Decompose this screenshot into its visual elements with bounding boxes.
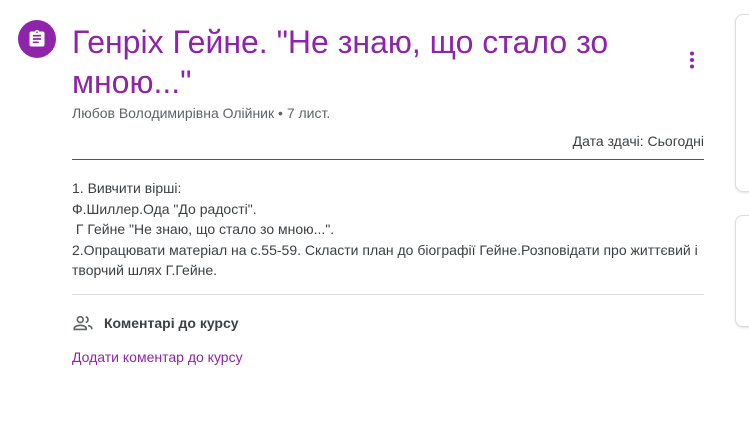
due-label: Дата здачі: bbox=[572, 133, 644, 149]
assignment-instructions: 1. Вивчити вірші: Ф.Шиллер.Ода "До радос… bbox=[72, 178, 704, 281]
people-icon bbox=[73, 315, 93, 331]
author-name: Любов Володимирівна Олійник bbox=[72, 105, 275, 121]
more-options-button[interactable] bbox=[676, 44, 708, 76]
instruction-line: Г Гейне "Не знаю, що стало зо мною...". bbox=[72, 221, 335, 237]
due-value: Сьогодні bbox=[647, 133, 704, 149]
instruction-line: 2.Опрацювати матеріал на с.55-59. Скласт… bbox=[72, 241, 702, 279]
assignment-title: Генріх Гейне. "Не знаю, що стало зо мною… bbox=[72, 24, 609, 100]
class-comments-header: Коментарі до курсу bbox=[72, 312, 239, 334]
title-divider bbox=[72, 159, 704, 160]
due-date: Дата здачі: Сьогодні bbox=[573, 133, 704, 149]
side-card bbox=[735, 215, 749, 327]
comments-title: Коментарі до курсу bbox=[104, 315, 239, 331]
meta-separator: • bbox=[278, 105, 283, 121]
side-card bbox=[735, 14, 749, 192]
instruction-line: Ф.Шиллер.Ода "До радості". bbox=[72, 200, 257, 217]
assignment-icon bbox=[18, 20, 56, 58]
assignment-meta: Любов Володимирівна Олійник • 7 лист. bbox=[72, 105, 330, 121]
comments-divider bbox=[72, 294, 704, 295]
more-vert-icon bbox=[690, 51, 694, 69]
add-class-comment-link[interactable]: Додати коментар до курсу bbox=[72, 349, 243, 365]
posted-date: 7 лист. bbox=[286, 105, 331, 121]
assignment-page: Генріх Гейне. "Не знаю, що стало зо мною… bbox=[0, 0, 749, 422]
instruction-line: 1. Вивчити вірші: bbox=[72, 180, 182, 196]
